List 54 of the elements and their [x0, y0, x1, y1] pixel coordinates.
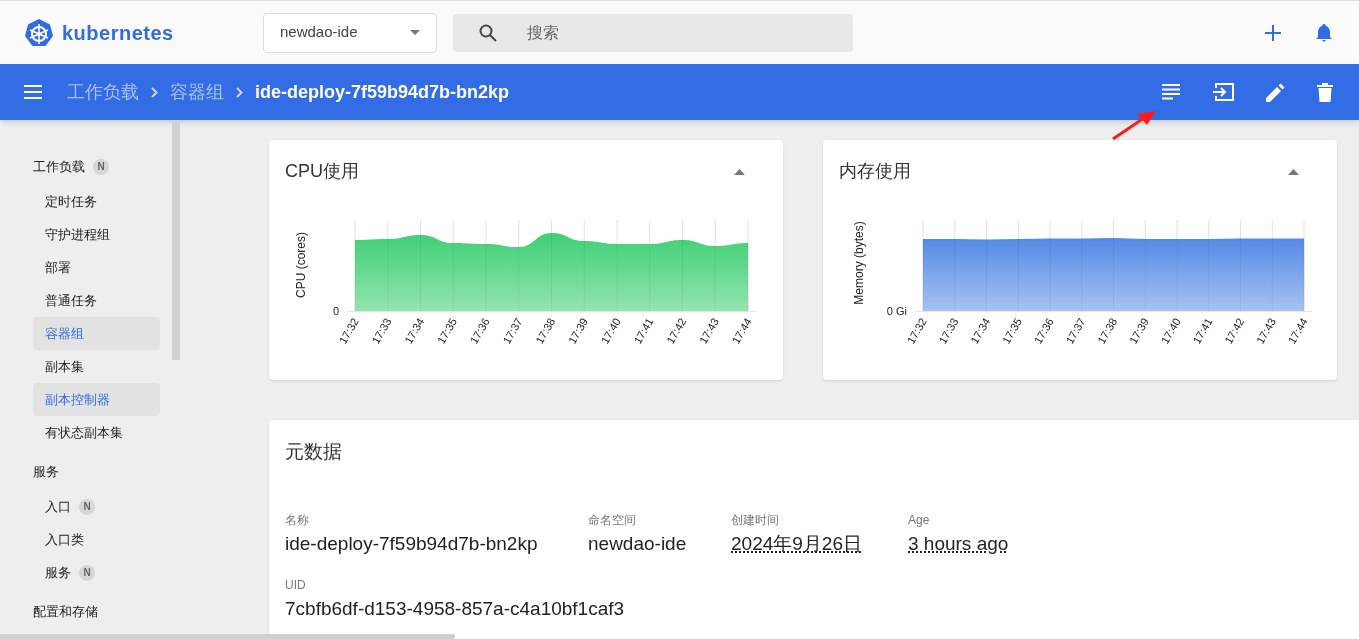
- notifications-bell-icon[interactable]: [1315, 22, 1333, 43]
- field-value: newdao-ide: [588, 531, 687, 556]
- card-title: 元数据: [285, 440, 343, 464]
- chevron-right-icon: [151, 86, 158, 98]
- axis-tick-label: 0 Gi: [886, 305, 907, 317]
- search-field[interactable]: 搜索: [453, 13, 853, 52]
- kubernetes-logo-icon: [24, 17, 54, 48]
- sidebar-item[interactable]: 副本集: [33, 350, 160, 383]
- add-icon[interactable]: [1265, 24, 1281, 41]
- axis-tick-label: 0: [332, 305, 339, 317]
- exec-icon[interactable]: [1212, 83, 1234, 101]
- field-label: 名称: [285, 511, 309, 529]
- logs-icon[interactable]: [1162, 84, 1180, 100]
- sidebar-item[interactable]: 入口 N: [33, 490, 160, 523]
- field-label: 创建时间: [731, 511, 779, 529]
- current-page-title: ide-deploy-7f59b94d7b-bn2kp: [255, 80, 510, 104]
- sidebar-item[interactable]: 服务 N: [33, 556, 160, 589]
- logo-text: kubernetes: [62, 20, 174, 46]
- scrollbar-thumb[interactable]: [172, 120, 180, 360]
- axis-title: CPU (cores): [294, 232, 308, 298]
- card-title: 内存使用: [839, 160, 911, 183]
- chevron-right-icon: [236, 86, 243, 98]
- field-value: 3 hours ago: [908, 531, 1009, 556]
- sidebar-section[interactable]: 工作负载: [33, 156, 85, 177]
- namespace-select[interactable]: newdao-ide: [263, 12, 437, 53]
- menu-icon[interactable]: [24, 85, 42, 99]
- sidebar-item[interactable]: 容器组: [33, 317, 160, 350]
- field-label: 命名空间: [588, 511, 636, 529]
- sidebar-item[interactable]: 部署: [33, 251, 160, 284]
- dropdown-caret-icon: [410, 30, 420, 35]
- new-badge: N: [93, 158, 109, 175]
- field-label: UID: [285, 577, 307, 594]
- edit-pencil-icon[interactable]: [1266, 82, 1285, 102]
- axis-title: Memory (bytes): [852, 221, 866, 305]
- sidebar-item[interactable]: 入口类: [33, 523, 160, 556]
- sidebar-item[interactable]: 副本控制器: [33, 383, 160, 416]
- sidebar-item[interactable]: 普通任务: [33, 284, 160, 317]
- horizontal-scrollbar[interactable]: [0, 634, 455, 639]
- field-value: 2024年9月26日: [731, 531, 862, 556]
- sidebar-item[interactable]: 有状态副本集: [33, 416, 160, 449]
- collapse-caret-icon[interactable]: [1288, 168, 1299, 175]
- new-badge: N: [79, 498, 95, 515]
- sidebar-section[interactable]: 配置和存储: [33, 601, 98, 622]
- delete-trash-icon[interactable]: [1317, 82, 1333, 102]
- card-title: CPU使用: [285, 160, 359, 183]
- sidebar-item[interactable]: 守护进程组: [33, 218, 160, 251]
- field-value: 7cbfb6df-d153-4958-857a-c4a10bf1caf3: [285, 597, 626, 621]
- field-label: Age: [908, 511, 930, 529]
- field-value: ide-deploy-7f59b94d7b-bn2kp: [285, 531, 538, 556]
- new-badge: N: [79, 564, 95, 581]
- sidebar-section[interactable]: 服务: [33, 461, 59, 482]
- sidebar-item[interactable]: 定时任务: [33, 185, 160, 218]
- collapse-caret-icon[interactable]: [734, 168, 745, 175]
- search-icon: [479, 23, 497, 42]
